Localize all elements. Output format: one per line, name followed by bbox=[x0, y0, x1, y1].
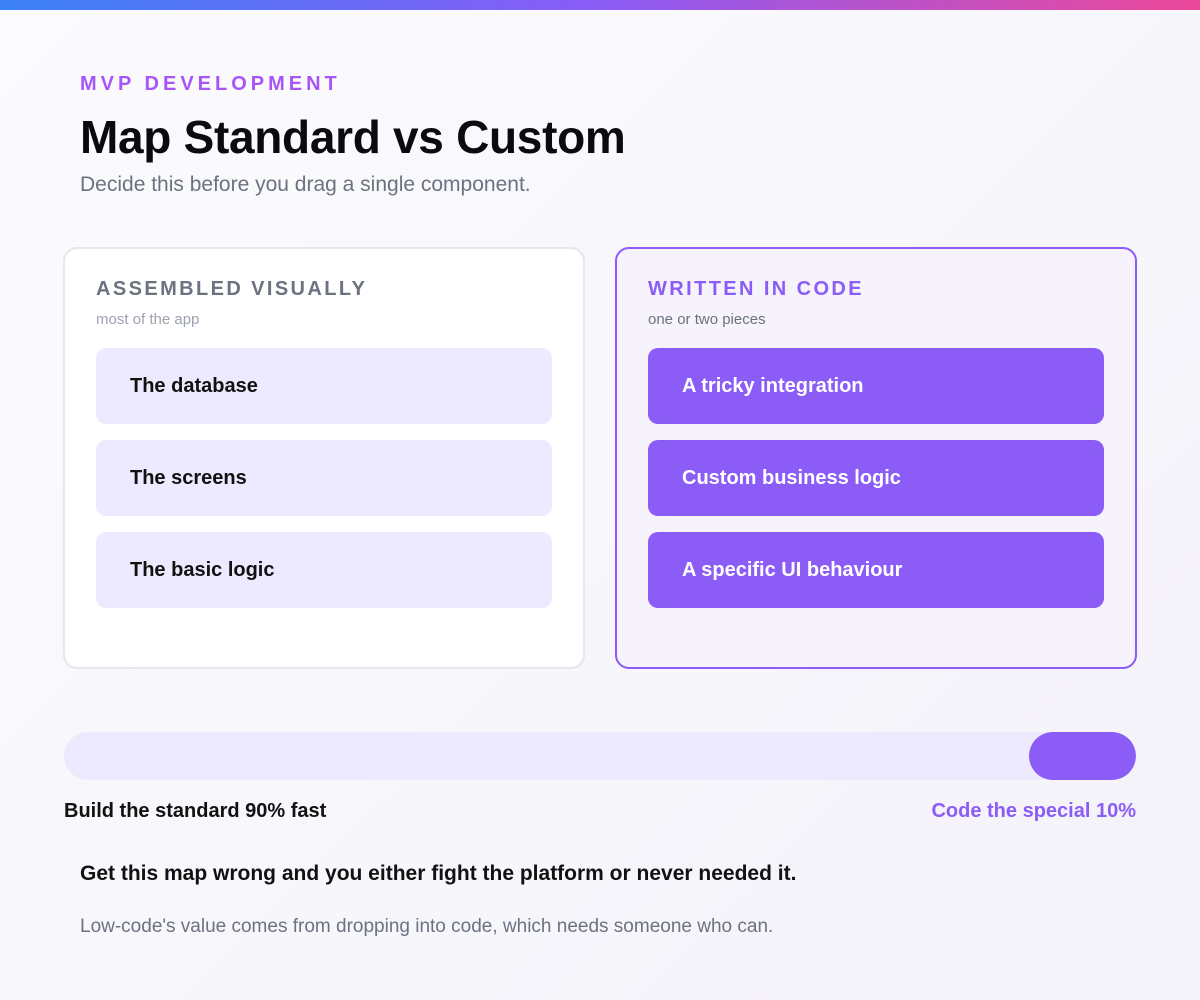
card-heading: ASSEMBLED VISUALLY bbox=[96, 278, 368, 300]
list-item: Custom business logic bbox=[648, 440, 1104, 516]
card-subheading: one or two pieces bbox=[648, 311, 766, 328]
key-takeaway: Get this map wrong and you either fight … bbox=[80, 862, 797, 885]
page-subtitle: Decide this before you drag a single com… bbox=[80, 173, 531, 196]
list-item: A specific UI behaviour bbox=[648, 532, 1104, 608]
card-subheading: most of the app bbox=[96, 311, 200, 328]
list-item: The basic logic bbox=[96, 532, 552, 608]
list-item: The database bbox=[96, 348, 552, 424]
assembled-visually-card: ASSEMBLED VISUALLY most of the app The d… bbox=[63, 247, 585, 669]
split-bar-custom-segment bbox=[1029, 732, 1136, 780]
list-item: A tricky integration bbox=[648, 348, 1104, 424]
list-item: The screens bbox=[96, 440, 552, 516]
standard-split-label: Build the standard 90% fast bbox=[64, 800, 327, 822]
page-title: Map Standard vs Custom bbox=[80, 111, 626, 163]
written-in-code-card: WRITTEN IN CODE one or two pieces A tric… bbox=[615, 247, 1137, 669]
card-heading: WRITTEN IN CODE bbox=[648, 278, 864, 300]
split-bar-track bbox=[64, 732, 1136, 780]
footnote: Low-code's value comes from dropping int… bbox=[80, 916, 774, 937]
top-gradient-bar bbox=[0, 0, 1200, 10]
custom-split-label: Code the special 10% bbox=[931, 800, 1136, 822]
eyebrow-label: MVP DEVELOPMENT bbox=[80, 73, 341, 95]
